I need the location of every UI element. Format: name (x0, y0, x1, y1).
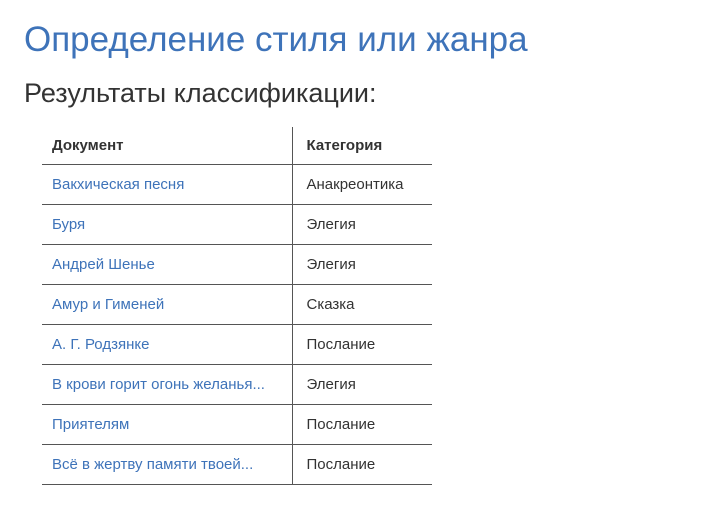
table-cell-category: Элегия (292, 365, 432, 405)
table-cell-document: Вакхическая песня (42, 165, 292, 205)
document-link[interactable]: Буря (52, 216, 85, 233)
document-link[interactable]: Всё в жертву памяти твоей... (52, 456, 253, 473)
table-cell-category: Анакреонтика (292, 165, 432, 205)
table-row: А. Г. Родзянке Послание (42, 325, 432, 365)
table-cell-category: Элегия (292, 205, 432, 245)
document-link[interactable]: Амур и Гименей (52, 296, 164, 313)
table-cell-document: Амур и Гименей (42, 285, 292, 325)
table-header-document: Документ (42, 127, 292, 165)
table-row: Амур и Гименей Сказка (42, 285, 432, 325)
table-cell-document: В крови горит огонь желанья... (42, 365, 292, 405)
table-cell-document: А. Г. Родзянке (42, 325, 292, 365)
table-row: Вакхическая песня Анакреонтика (42, 165, 432, 205)
classification-table: Документ Категория Вакхическая песня Анак… (42, 127, 432, 485)
table-cell-category: Послание (292, 405, 432, 445)
table-cell-document: Приятелям (42, 405, 292, 445)
document-link[interactable]: В крови горит огонь желанья... (52, 376, 265, 393)
table-cell-document: Буря (42, 205, 292, 245)
table-row: В крови горит огонь желанья... Элегия (42, 365, 432, 405)
table-cell-document: Всё в жертву памяти твоей... (42, 445, 292, 485)
table-cell-category: Элегия (292, 245, 432, 285)
table-row: Буря Элегия (42, 205, 432, 245)
table-header-category: Категория (292, 127, 432, 165)
document-link[interactable]: Вакхическая песня (52, 176, 184, 193)
table-cell-document: Андрей Шенье (42, 245, 292, 285)
table-cell-category: Послание (292, 325, 432, 365)
page-title: Определение стиля или жанра (24, 20, 704, 60)
results-subtitle: Результаты классификации: (24, 78, 704, 109)
document-link[interactable]: Андрей Шенье (52, 256, 155, 273)
document-link[interactable]: Приятелям (52, 416, 129, 433)
table-row: Приятелям Послание (42, 405, 432, 445)
document-link[interactable]: А. Г. Родзянке (52, 336, 149, 353)
table-row: Андрей Шенье Элегия (42, 245, 432, 285)
table-row: Всё в жертву памяти твоей... Послание (42, 445, 432, 485)
table-cell-category: Послание (292, 445, 432, 485)
table-cell-category: Сказка (292, 285, 432, 325)
